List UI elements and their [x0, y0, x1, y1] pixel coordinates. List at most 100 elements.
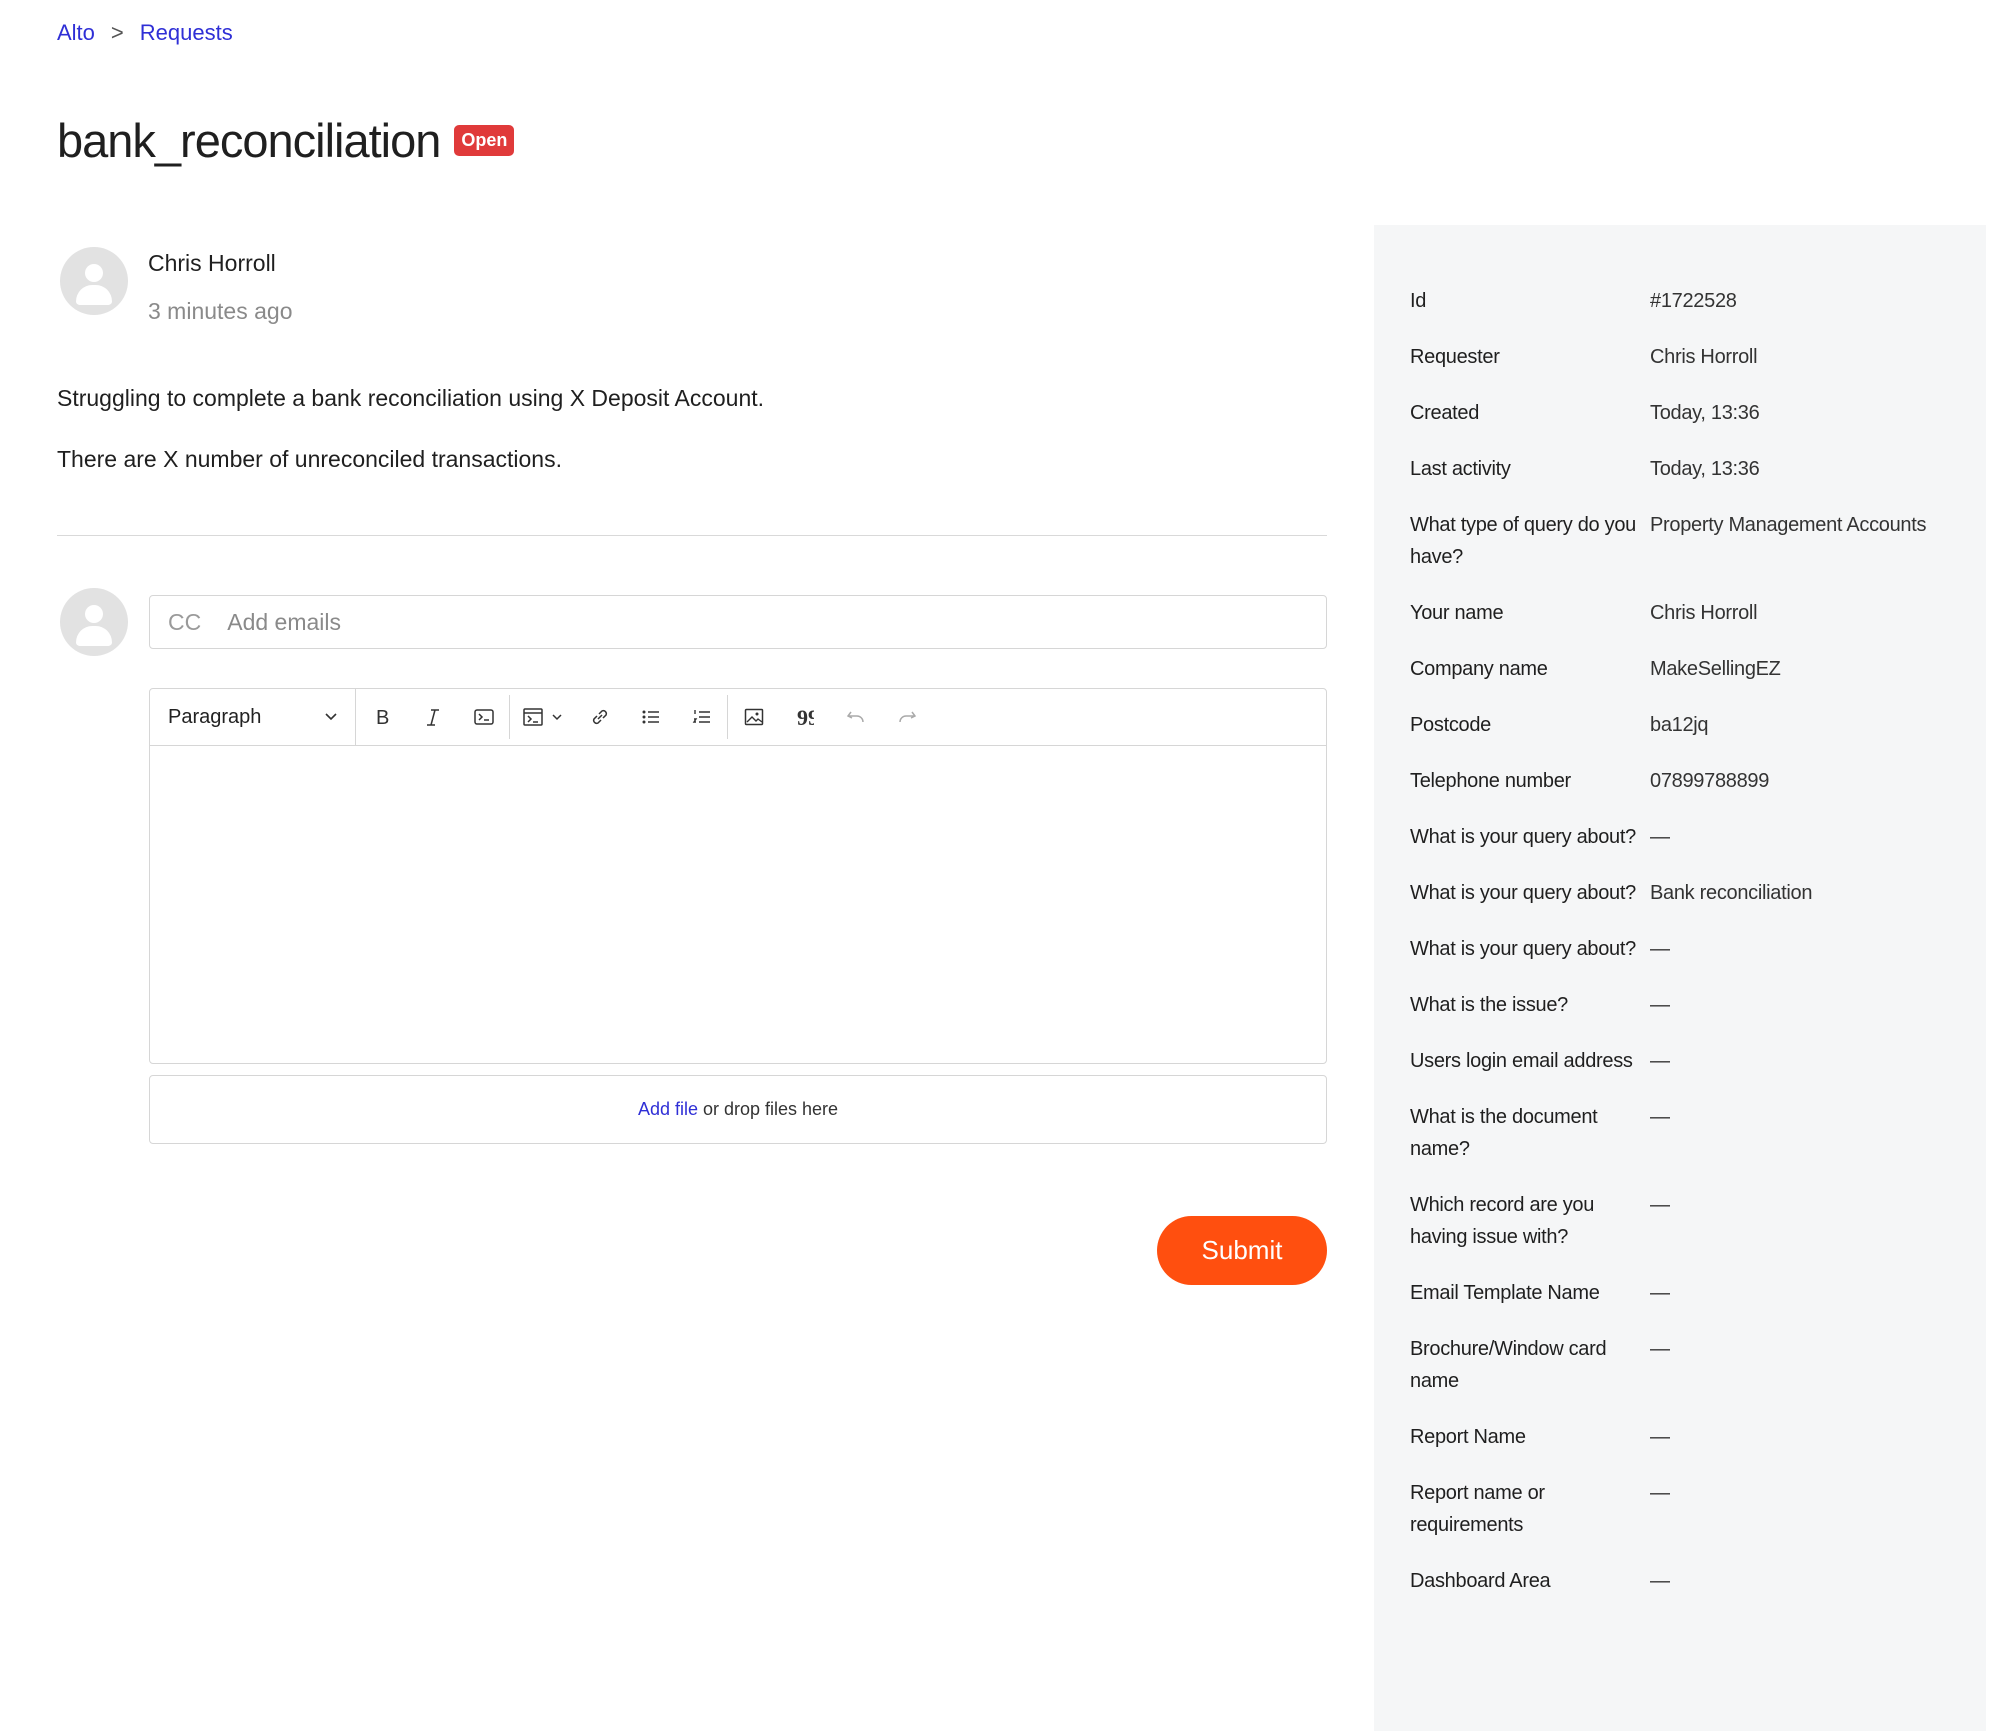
undo-button[interactable] [830, 689, 881, 745]
svg-text:B: B [376, 707, 389, 728]
comment-paragraph: There are X number of unreconciled trans… [57, 446, 562, 472]
code-block-button[interactable] [510, 689, 574, 745]
avatar-head [85, 605, 103, 623]
redo-icon [898, 711, 916, 723]
property-row: What is the document name? — [1410, 1101, 1970, 1165]
property-key: Your name [1410, 602, 1504, 624]
reply-avatar [60, 588, 128, 656]
avatar-body [76, 285, 112, 305]
property-row: Which record are you having issue with? — [1410, 1189, 1970, 1253]
numbered-list-button[interactable] [676, 689, 727, 745]
properties-list: Id #1722528 Requester Chris Horroll Created T… [1410, 285, 1970, 1621]
property-row: What is your query about? Bank reconcilia… [1410, 877, 1970, 909]
paragraph-format-select[interactable]: Paragraph [150, 689, 356, 745]
property-row: What type of query do you have? Property … [1410, 509, 1970, 573]
code-icon [473, 709, 494, 725]
property-key: Postcode [1410, 714, 1491, 736]
cc-field[interactable]: CC [149, 595, 1327, 649]
cc-email-input[interactable] [225, 607, 1130, 637]
status-badge: Open [454, 125, 515, 156]
property-row: What is the issue? — [1410, 989, 1970, 1021]
property-key: Telephone number [1410, 770, 1571, 792]
bold-button[interactable]: B [356, 689, 407, 745]
editor-toolbar: Paragraph B 99 [150, 689, 1326, 746]
property-value: — [1650, 1482, 1670, 1504]
cc-label: CC [168, 608, 202, 635]
property-key: What type of query do you have? [1410, 514, 1636, 568]
property-value: — [1650, 1426, 1670, 1448]
property-key: Company name [1410, 658, 1548, 680]
bold-icon: B [376, 707, 389, 728]
property-key: Which record are you having issue with? [1410, 1194, 1595, 1248]
property-row: Brochure/Window card name — [1410, 1333, 1970, 1397]
breadcrumb-requests-link[interactable]: Requests [140, 20, 233, 46]
property-key: Report Name [1410, 1426, 1526, 1448]
property-key: Report name or requirements [1410, 1482, 1545, 1536]
comment-body: Struggling to complete a bank reconcilia… [57, 382, 1317, 504]
property-value: — [1650, 938, 1670, 960]
property-row: Company name MakeSellingEZ [1410, 653, 1970, 685]
divider [57, 535, 1327, 536]
quote-button[interactable]: 99 [779, 689, 830, 745]
code-block-icon [523, 708, 543, 726]
property-key: Brochure/Window card name [1410, 1338, 1607, 1392]
property-value: ba12jq [1650, 714, 1709, 736]
chevron-down-icon [325, 713, 337, 721]
chevron-down-icon [552, 714, 562, 721]
property-value: Today, 13:36 [1650, 402, 1760, 424]
property-value: #1722528 [1650, 290, 1737, 312]
property-value: Property Management Accounts [1650, 514, 1927, 536]
italic-icon [426, 709, 439, 726]
image-icon [744, 708, 763, 726]
image-button[interactable] [728, 689, 779, 745]
post-time: 3 minutes ago [148, 298, 293, 324]
breadcrumb: Alto > Requests [57, 20, 233, 46]
file-dropzone[interactable]: Add file or drop files here [149, 1075, 1327, 1144]
property-key: Last activity [1410, 458, 1511, 480]
page-title: bank_reconciliation [57, 114, 441, 167]
bulleted-list-button[interactable] [625, 689, 676, 745]
add-file-link[interactable]: Add file [638, 1099, 698, 1120]
avatar-body [76, 626, 112, 646]
link-icon [592, 709, 607, 725]
property-value: — [1650, 1106, 1670, 1128]
property-row: Users login email address — [1410, 1045, 1970, 1077]
submit-button[interactable]: Submit [1157, 1216, 1327, 1285]
request-properties-panel: Id #1722528 Requester Chris Horroll Created T… [1374, 225, 1986, 1731]
author-avatar [60, 247, 128, 315]
property-key: Created [1410, 402, 1480, 424]
property-row: Your name Chris Horroll [1410, 597, 1970, 629]
property-row: Email Template Name — [1410, 1277, 1970, 1309]
redo-button[interactable] [881, 689, 932, 745]
bulleted-list-icon [642, 710, 659, 724]
property-value: Bank reconciliation [1650, 882, 1813, 904]
breadcrumb-separator: > [110, 20, 124, 45]
property-row: Postcode ba12jq [1410, 709, 1970, 741]
undo-icon [846, 711, 864, 723]
property-row: Created Today, 13:36 [1410, 397, 1970, 429]
title-row: bank_reconciliation Open [57, 113, 515, 168]
property-value: — [1650, 1282, 1670, 1304]
property-value: MakeSellingEZ [1650, 658, 1781, 680]
rich-text-editor: Paragraph B 99 [149, 688, 1327, 1064]
author-name: Chris Horroll [148, 250, 276, 276]
property-value: — [1650, 994, 1670, 1016]
property-value: Today, 13:36 [1650, 458, 1760, 480]
property-key: Users login email address [1410, 1050, 1633, 1072]
italic-button[interactable] [407, 689, 458, 745]
numbered-list-icon [692, 710, 710, 723]
property-key: What is your query about? [1410, 938, 1636, 960]
editor-content-area[interactable] [150, 746, 1326, 1064]
property-value: Chris Horroll [1650, 346, 1758, 368]
dropzone-text: or drop files here [702, 1099, 839, 1119]
property-value: — [1650, 1338, 1670, 1360]
breadcrumb-alto-link[interactable]: Alto [57, 20, 95, 46]
property-value: — [1650, 826, 1670, 848]
link-button[interactable] [574, 689, 625, 745]
code-button[interactable] [458, 689, 509, 745]
format-select-label: Paragraph [168, 705, 262, 728]
property-key: Requester [1410, 346, 1500, 368]
property-key: What is the document name? [1410, 1106, 1598, 1160]
comment-paragraph: Struggling to complete a bank reconcilia… [57, 385, 765, 411]
property-key: What is your query about? [1410, 882, 1636, 904]
